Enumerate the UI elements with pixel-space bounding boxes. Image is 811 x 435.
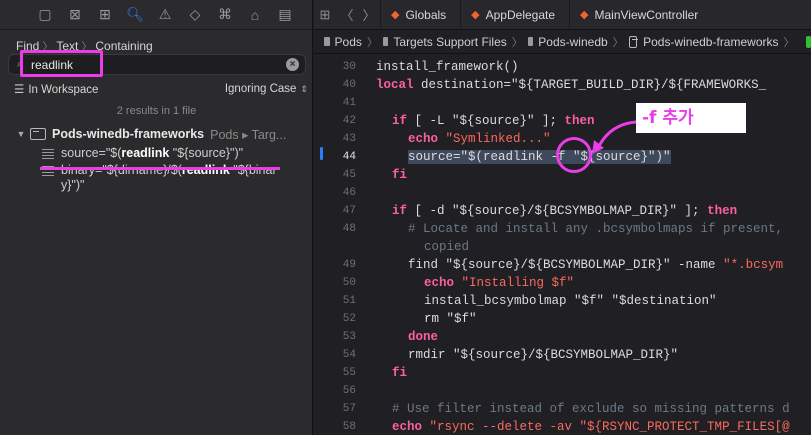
source-editor: ⊞ 〈 〉 ◆ Globals ◆ AppDelegate ◆ MainViewCon… bbox=[314, 0, 811, 435]
code-line: copied bbox=[424, 240, 470, 254]
code-line: 47 if [ -d "${source}/${BCSYMBOLMAP_DIR}"… bbox=[342, 204, 738, 218]
scope-selector[interactable]: ☰ In Workspace bbox=[14, 82, 98, 96]
test-icon[interactable]: ◇ bbox=[180, 0, 210, 30]
code-line: 49 find "${source}/${BCSYMBOLMAP_DIR}" -n… bbox=[342, 258, 784, 272]
result-match-row[interactable]: source="$(readlink "${source}")" bbox=[0, 144, 313, 161]
code-line: 55 fi bbox=[342, 366, 408, 380]
forward-arrow-icon[interactable]: 〉 bbox=[358, 5, 380, 24]
breadcrumb-item[interactable]: Pods bbox=[335, 35, 362, 49]
function-icon bbox=[805, 35, 811, 48]
code-line: 50 echo "Installing $f" bbox=[342, 276, 575, 290]
chevron-right-icon: 〉 bbox=[612, 36, 624, 49]
breadcrumb-item[interactable]: Pods-winedb-frameworks bbox=[643, 35, 778, 49]
chevron-right-icon: 〉 bbox=[511, 36, 523, 49]
clear-icon[interactable]: × bbox=[286, 58, 299, 71]
code-line: 58 echo "rsync --delete -av "${RSYNC_PROT… bbox=[342, 420, 790, 434]
result-file-row[interactable]: ▼ Pods-winedb-frameworks Pods ▸ Targ... bbox=[0, 124, 313, 144]
code-line: 52 rm "$f" bbox=[342, 312, 477, 326]
debug-icon[interactable]: ⌘ bbox=[210, 0, 240, 30]
symbol-icon[interactable]: ⊞ bbox=[90, 0, 120, 30]
disclosure-triangle-icon[interactable]: ▼ bbox=[14, 129, 28, 139]
result-file-name: Pods-winedb-frameworks bbox=[52, 127, 205, 141]
code-line: 46 bbox=[342, 187, 356, 199]
report-icon[interactable]: ▤ bbox=[270, 0, 300, 30]
script-file-icon bbox=[628, 35, 639, 48]
script-file-icon bbox=[30, 128, 46, 140]
code-line: 57 # Use filter instead of exclude so mis… bbox=[342, 402, 790, 416]
tab-appdelegate[interactable]: ◆ AppDelegate bbox=[460, 0, 569, 30]
search-scope-row: ☰ In Workspace Ignoring Case ⇕ bbox=[14, 81, 308, 97]
code-line: 30 install_framework() bbox=[342, 60, 519, 74]
result-count: 2 results in 1 file bbox=[116, 105, 197, 117]
annotation-label: -f 추가 bbox=[636, 103, 746, 133]
result-file-path: Pods ▸ Targ... bbox=[210, 127, 287, 142]
match-text: source="$(readlink "${source}")" bbox=[61, 146, 244, 160]
folder-icon bbox=[527, 37, 534, 46]
swift-icon: ◆ bbox=[471, 9, 480, 21]
back-arrow-icon[interactable]: 〈 bbox=[336, 5, 358, 24]
code-line: 54 rmdir "${source}/${BCSYMBOLMAP_DIR}" bbox=[342, 348, 679, 362]
source-control-icon[interactable]: ⊠ bbox=[60, 0, 90, 30]
swift-icon: ◆ bbox=[391, 9, 400, 21]
code-line: 48 # Locate and install any .bcsymbolmaps… bbox=[342, 222, 784, 236]
breakpoint-icon[interactable]: ⌂ bbox=[240, 0, 270, 30]
code-line: 40 local destination="${TARGET_BUILD_DIR}… bbox=[342, 78, 767, 92]
folder-icon bbox=[324, 37, 330, 46]
code-line: 51 install_bcsymbolmap "$f" "$destination… bbox=[342, 294, 717, 308]
jump-bar: Pods 〉 Targets Support Files 〉 Pods-wine… bbox=[314, 30, 811, 54]
breadcrumb-item[interactable]: Targets Support Files bbox=[393, 35, 506, 49]
chevron-right-icon: 〉 bbox=[783, 36, 795, 49]
warning-icon[interactable]: ⚠ bbox=[150, 0, 180, 30]
changed-line-marker bbox=[320, 147, 323, 160]
annotation-arrow-icon bbox=[592, 120, 637, 154]
tab-globals[interactable]: ◆ Globals bbox=[380, 0, 460, 30]
scope-icon: ☰ bbox=[14, 84, 25, 96]
grid-icon[interactable]: ⊞ bbox=[314, 7, 336, 23]
folder-icon bbox=[382, 37, 389, 46]
chevron-right-icon: 〉 bbox=[366, 36, 378, 49]
result-tree: ▼ Pods-winedb-frameworks Pods ▸ Targ... … bbox=[0, 124, 313, 193]
chevron-updown-icon: ⇕ bbox=[300, 84, 308, 94]
tab-mainviewcontroller[interactable]: ◆ MainViewController bbox=[569, 0, 712, 30]
find-navigator: ▢ ⊠ ⊞ 🔍︎ ⚠ ◇ ⌘ ⌂ ▤ Find 〉 Text 〉 Contain… bbox=[0, 0, 313, 435]
annotation-highlight-box bbox=[20, 50, 103, 77]
navigator-tab-bar: ▢ ⊠ ⊞ 🔍︎ ⚠ ◇ ⌘ ⌂ ▤ bbox=[0, 0, 312, 30]
code-line: 53 done bbox=[342, 330, 439, 344]
editor-tab-bar: ⊞ 〈 〉 ◆ Globals ◆ AppDelegate ◆ MainViewCon… bbox=[314, 0, 811, 30]
code-line: 56 bbox=[342, 385, 356, 397]
annotation-underline bbox=[40, 167, 280, 170]
match-mode-selector[interactable]: Ignoring Case ⇕ bbox=[225, 83, 308, 95]
folder-icon[interactable]: ▢ bbox=[30, 0, 60, 30]
search-icon[interactable]: 🔍︎ bbox=[120, 0, 150, 30]
match-line-icon bbox=[42, 149, 54, 159]
find-match-style[interactable]: Containing bbox=[95, 39, 152, 53]
swift-icon: ◆ bbox=[580, 9, 589, 21]
breadcrumb-item[interactable]: Pods-winedb bbox=[538, 35, 607, 49]
result-match-row[interactable]: binary="${dirname}/$(readlink "${binary}… bbox=[0, 161, 300, 193]
